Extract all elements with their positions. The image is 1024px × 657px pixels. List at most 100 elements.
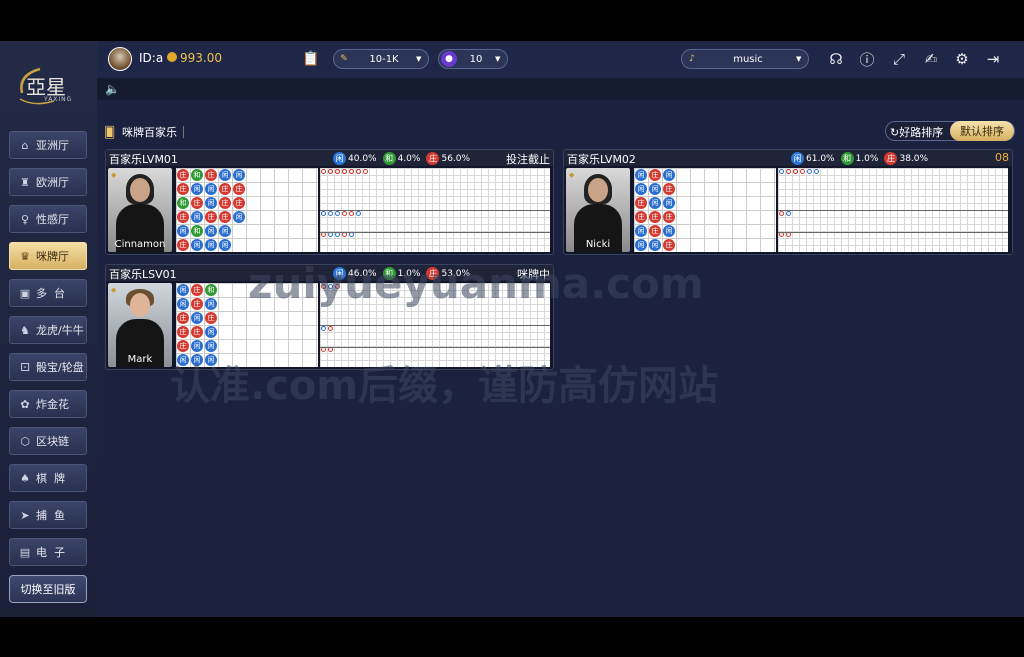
bead-result: 庄 — [233, 197, 245, 209]
sidebar-item-sexy[interactable]: ♀ 性感厅 — [9, 205, 87, 233]
chevron-down-icon: ▼ — [416, 55, 422, 63]
sidebar-item-label: 捕 鱼 — [36, 509, 65, 522]
fish-icon: ➤ — [20, 508, 30, 522]
bead-result: 庄 — [219, 197, 231, 209]
road-divider — [320, 347, 550, 348]
sidebar-item-fishing[interactable]: ➤ 捕 鱼 — [9, 501, 87, 529]
big-road-marker — [779, 169, 784, 174]
sidebar-item-blockchain[interactable]: ⬡ 区块链 — [9, 427, 87, 455]
limit-value: 10-1K — [369, 53, 399, 65]
table-name: 百家乐LVM01 — [109, 153, 178, 166]
sidebar-item-chess[interactable]: ♠ 棋 牌 — [9, 464, 87, 492]
user-id: ID:a — [139, 51, 164, 65]
bead-result: 闲 — [635, 239, 647, 251]
sort-toggle: ↻好路排序 默认排序 — [885, 121, 1015, 141]
bead-result: 庄 — [191, 197, 203, 209]
tie-pct: 4.0% — [397, 153, 421, 164]
bead-result: 闲 — [219, 225, 231, 237]
table-card-lvm02[interactable]: 百家乐LVM02 闲 61.0% 和 1.0% 庄 38.0% 08 ◆ Nicki … — [563, 149, 1013, 255]
bead-result: 庄 — [191, 284, 203, 296]
headset-icon[interactable]: ☊ — [827, 50, 845, 68]
table-card-lsv01[interactable]: 百家乐LSV01 闲 46.0% 和 1.0% 庄 53.0% 咪牌中 ◆ Mark … — [105, 264, 554, 370]
info-icon[interactable]: ⓘ — [858, 50, 876, 69]
bead-result: 闲 — [205, 326, 217, 338]
big-road — [320, 168, 550, 252]
balance: 993.00 — [180, 51, 222, 65]
banker-badge: 庄 — [884, 152, 898, 165]
big-road-marker — [328, 326, 333, 331]
bead-result: 和 — [191, 225, 203, 237]
sidebar-item-asia[interactable]: ⌂ 亚洲厅 — [9, 131, 87, 159]
big-road-marker — [321, 326, 326, 331]
edit-icon[interactable]: ✍ — [922, 50, 940, 68]
bead-result: 庄 — [191, 298, 203, 310]
music-select[interactable]: ♪ music ▼ — [681, 49, 809, 69]
speaker-icon[interactable]: 🔈 — [105, 82, 120, 96]
blockchain-icon: ⬡ — [20, 434, 30, 448]
big-road-marker — [793, 169, 798, 174]
cards-icon: 🂠 — [104, 126, 116, 139]
clipboard-icon[interactable]: 📋 — [302, 51, 319, 67]
bead-result: 庄 — [663, 211, 675, 223]
sidebar-item-electronic[interactable]: ▤ 电 子 — [9, 538, 87, 566]
sidebar-item-label: 骰宝/轮盘 — [36, 361, 84, 374]
section-title: 🂠 咪牌百家乐 — [104, 124, 184, 140]
bead-result: 闲 — [191, 312, 203, 324]
logout-icon[interactable]: ⇥ — [984, 50, 1002, 68]
brand-badge-icon: ◆ — [111, 171, 117, 179]
gear-icon[interactable]: ⚙ — [953, 50, 971, 68]
dealer-video: ◆ Cinnamon — [108, 168, 172, 252]
limit-select[interactable]: ✎ 10-1K ▼ — [333, 49, 429, 69]
sidebar-item-multi[interactable]: ▣ 多 台 — [9, 279, 87, 307]
sidebar-item-flower[interactable]: ✿ 炸金花 — [9, 390, 87, 418]
bead-result: 闲 — [635, 225, 647, 237]
table-header: 百家乐LVM02 闲 61.0% 和 1.0% 庄 38.0% 08 — [564, 150, 1012, 166]
bead-result: 庄 — [205, 169, 217, 181]
dragon-icon: ♞ — [20, 323, 30, 337]
banker-pct: 56.0% — [441, 153, 471, 164]
notice-bar: 🔈 — [97, 78, 1024, 100]
sidebar-item-dice[interactable]: ⚀ 骰宝/轮盘 — [9, 353, 87, 381]
sidebar-item-europe[interactable]: ♜ 欧洲厅 — [9, 168, 87, 196]
player-badge: 闲 — [333, 152, 346, 165]
avatar[interactable] — [108, 47, 132, 71]
player-pct: 61.0% — [806, 153, 835, 164]
sidebar-item-squeeze[interactable]: ♛ 咪牌厅 — [9, 242, 87, 270]
bead-result: 闲 — [205, 183, 217, 195]
player-pct: 46.0% — [348, 268, 377, 279]
banker-pct: 38.0% — [899, 153, 929, 164]
big-road-marker — [342, 211, 347, 216]
tie-pct: 1.0% — [855, 153, 879, 164]
slot-icon: ▤ — [19, 545, 31, 559]
tie-badge: 和 — [840, 152, 854, 165]
bead-result: 闲 — [205, 239, 217, 251]
sidebar-item-label: 炸金花 — [36, 398, 69, 411]
bead-result: 闲 — [219, 239, 231, 251]
table-status: 咪牌中 — [517, 268, 550, 281]
bead-result: 闲 — [233, 169, 245, 181]
table-stats: 闲 40.0% 和 4.0% 庄 56.0% — [333, 152, 470, 165]
sidebar-item-dragon[interactable]: ♞ 龙虎/牛牛 — [9, 316, 87, 344]
player-badge: 闲 — [333, 267, 346, 280]
banker-pct: 53.0% — [441, 268, 471, 279]
bead-result: 闲 — [205, 298, 217, 310]
table-name: 百家乐LSV01 — [109, 268, 177, 281]
tie-pct: 1.0% — [397, 268, 421, 279]
big-road-marker — [800, 169, 805, 174]
sort-good-road-button[interactable]: ↻好路排序 — [890, 124, 943, 140]
tie-badge: 和 — [382, 152, 396, 165]
chip-select[interactable]: ● 10 ▼ — [438, 49, 508, 69]
bead-result: 闲 — [177, 354, 189, 366]
table-card-lvm01[interactable]: 百家乐LVM01 闲 40.0% 和 4.0% 庄 56.0% 投注截止 ◆ Cinn… — [105, 149, 554, 255]
switch-old-version-button[interactable]: 切换至旧版 — [9, 575, 87, 603]
sort-default-button[interactable]: 默认排序 — [950, 121, 1014, 141]
big-road-marker — [363, 169, 368, 174]
big-road-marker — [779, 211, 784, 216]
home-icon: ⌂ — [21, 138, 29, 152]
sidebar-item-label: 龙虎/牛牛 — [36, 324, 84, 337]
bead-result: 庄 — [177, 326, 189, 338]
table-stats: 闲 46.0% 和 1.0% 庄 53.0% — [333, 267, 470, 280]
big-road-marker — [328, 211, 333, 216]
dancer-icon: ♀ — [20, 212, 30, 226]
fullscreen-icon[interactable]: ⤢ — [890, 50, 908, 68]
